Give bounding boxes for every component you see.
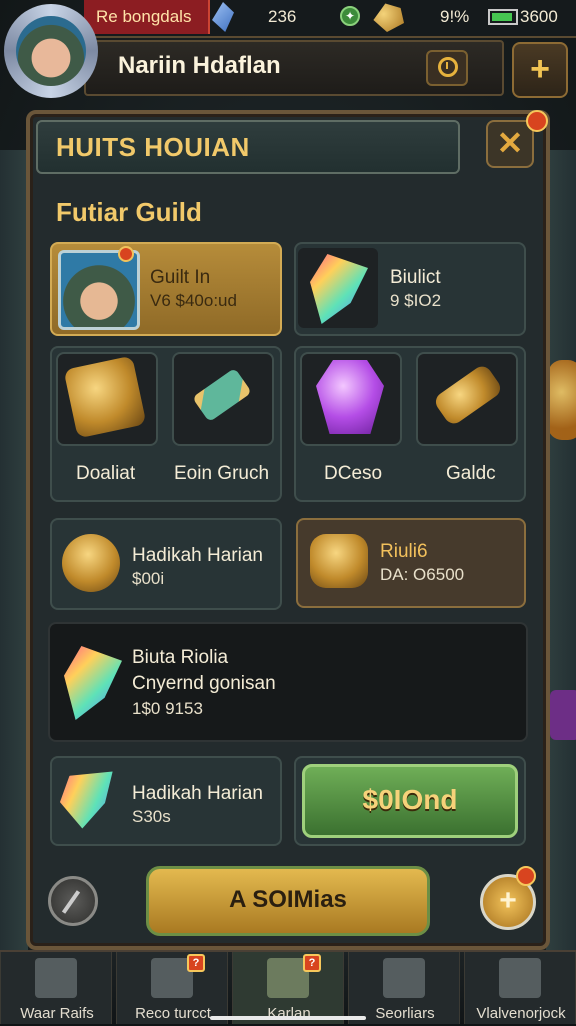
gold-pouch-icon (310, 534, 368, 588)
nav-item-heroes[interactable]: Seorliars (348, 952, 460, 1024)
crystal-card-title: Biulict (390, 267, 441, 288)
feature-card[interactable] (48, 622, 528, 742)
close-button[interactable]: ✕ (486, 120, 534, 168)
item-label-left: Doaliat (76, 463, 136, 484)
item-label-left-2: Eoin Gruch (174, 463, 270, 484)
castle-icon (35, 958, 77, 998)
timer-button[interactable] (426, 50, 468, 86)
nav-label: Reco turcct (135, 1005, 211, 1022)
gem-count: 236 (268, 7, 297, 26)
battery-percent: 9!% (440, 7, 470, 26)
treasure-chest-icon (63, 355, 147, 439)
guild-leader-portrait (58, 250, 140, 330)
settings-round-button[interactable] (48, 876, 98, 926)
feature-title: Biuta Riolia (132, 647, 229, 668)
background-lantern (548, 360, 576, 440)
currency-amount: 3600 (520, 7, 558, 26)
nav-item-recruit[interactable]: ? Reco turcct (116, 952, 228, 1024)
energy-icon: ✦ (340, 6, 360, 26)
status-tag[interactable]: Re bongdals (84, 0, 210, 34)
add-currency-button[interactable]: + (512, 42, 568, 98)
feature-value: 1$0 9153 (132, 699, 203, 718)
battery-icon (488, 9, 518, 25)
nav-label: Waar Raifs (20, 1005, 94, 1022)
nav-label: Vlalvenorjock (476, 1005, 566, 1022)
daily-reward-value: $00i (132, 569, 165, 588)
nav-badge: ? (303, 954, 321, 972)
nav-label: Seorliars (375, 1005, 435, 1022)
nav-item-karlan[interactable]: ? Karlan (232, 952, 344, 1024)
avatar[interactable] (4, 4, 98, 98)
nav-badge: ? (187, 954, 205, 972)
daily-reward-title: Hadikah Harian (132, 545, 263, 566)
background-right-wall (546, 150, 576, 950)
player-name: Nariin Hdaflan (118, 52, 281, 79)
bonus-reward-title: Riuli6 (380, 541, 428, 562)
guild-card-title: Guilt In (150, 267, 211, 288)
nav-item-equipment[interactable]: Vlalvenorjock (464, 952, 576, 1024)
claim-button[interactable]: $0IOnd (302, 764, 518, 838)
section-title: Futiar Guild (56, 197, 202, 227)
nav-label: Karlan (267, 1005, 311, 1022)
item-label-right-2: Galdc (446, 463, 496, 484)
avatar-portrait (16, 16, 86, 86)
primary-action-button[interactable]: A SOIMias (146, 866, 430, 936)
guild-card-value: V6 $40o:ud (150, 291, 237, 310)
background-left-wall (0, 150, 28, 950)
daily-gift-value: S30s (132, 807, 171, 826)
notification-dot-2 (516, 866, 536, 886)
bonus-reward-value: DA: O6500 (380, 565, 465, 584)
background-banner (550, 690, 576, 740)
battery-fill (492, 13, 512, 21)
crystal-card-value: 9 $IO2 (390, 291, 442, 310)
helmet-icon (499, 958, 541, 998)
cloak-icon (383, 958, 425, 998)
feature-subtitle: Cnyernd gonisan (132, 673, 276, 694)
notification-dot (526, 110, 548, 132)
clock-icon (438, 57, 458, 77)
item-label-right: DCeso (324, 463, 383, 484)
alert-badge (118, 246, 134, 262)
panel-title: HUITS HOUIAN (56, 132, 250, 162)
gold-medal-icon (62, 534, 120, 592)
nav-item-home[interactable]: Waar Raifs (0, 952, 112, 1024)
home-indicator[interactable] (210, 1016, 366, 1020)
daily-gift-title: Hadikah Harian (132, 783, 263, 804)
